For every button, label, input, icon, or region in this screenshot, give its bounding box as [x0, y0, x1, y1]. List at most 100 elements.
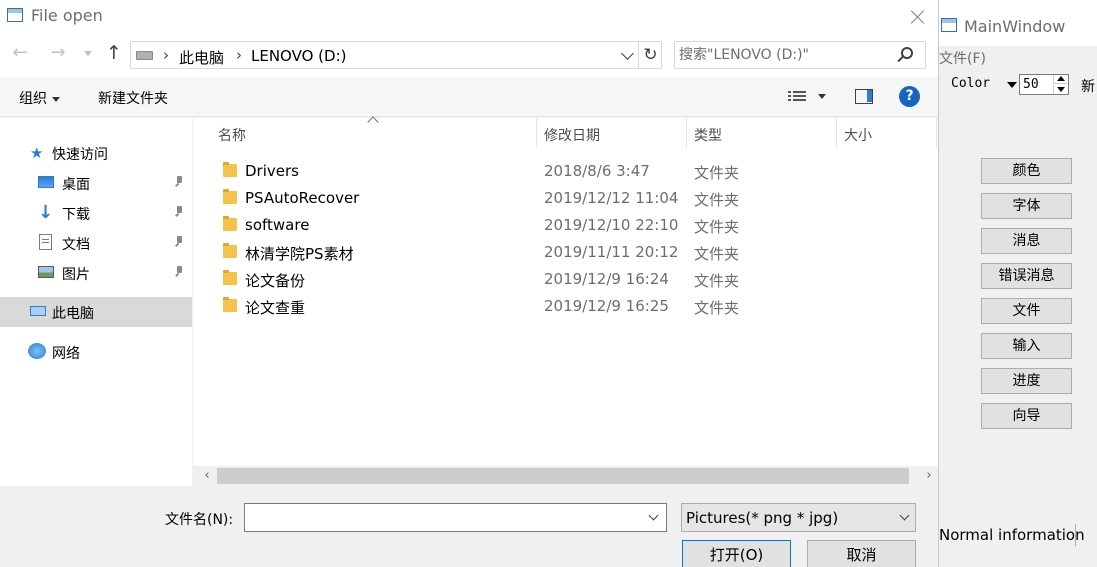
window-icon: [941, 18, 957, 32]
view-list-icon[interactable]: [788, 89, 806, 103]
status-separator: [1075, 524, 1076, 546]
file-button[interactable]: 文件: [981, 298, 1072, 324]
file-name: 论文查重: [245, 299, 306, 317]
new-folder-button[interactable]: 新建文件夹: [98, 88, 168, 108]
forward-arrow-icon[interactable]: →: [48, 43, 68, 63]
nav-quick-access-label: 快速访问: [52, 147, 108, 163]
filename-combobox[interactable]: [244, 503, 667, 532]
nav-network-label: 网络: [52, 346, 80, 362]
folder-icon: [223, 189, 237, 204]
nav-quick-access[interactable]: ★ 快速访问: [0, 138, 192, 168]
column-header-size[interactable]: 大小: [837, 118, 937, 150]
nav-this-pc-label: 此电脑: [52, 306, 94, 322]
dialog-title: File open: [31, 6, 103, 25]
progress-button[interactable]: 进度: [981, 368, 1072, 394]
view-dropdown-icon[interactable]: [818, 94, 826, 99]
color-label: Color: [951, 76, 991, 91]
column-header-date-label: 修改日期: [544, 128, 600, 144]
cancel-button[interactable]: 取消: [807, 540, 916, 567]
back-arrow-icon[interactable]: ←: [10, 43, 30, 63]
close-icon[interactable]: [899, 0, 937, 31]
file-type: 文件夹: [694, 245, 740, 263]
filename-input[interactable]: [249, 508, 639, 528]
new-action[interactable]: 新: [1081, 76, 1095, 96]
main-toolbar: Color 50 新: [939, 74, 1097, 96]
preview-pane-icon[interactable]: [855, 89, 873, 104]
file-type-filter[interactable]: Pictures(* png * jpg): [681, 503, 916, 532]
file-row[interactable]: software 2019/12/10 22:10 文件夹: [193, 212, 938, 239]
search-box[interactable]: [674, 41, 926, 69]
column-header-type-label: 类型: [694, 128, 722, 144]
refresh-icon[interactable]: ↻: [638, 42, 662, 68]
nav-item-label: 桌面: [62, 177, 90, 193]
nav-this-pc[interactable]: 此电脑: [0, 297, 192, 327]
file-type: 文件夹: [694, 272, 740, 290]
caret-down-icon: [52, 96, 60, 102]
color-dropdown-arrow-icon[interactable]: [1007, 82, 1017, 88]
file-row[interactable]: 林清学院PS素材 2019/11/11 20:12 文件夹: [193, 239, 938, 266]
nav-item-documents[interactable]: 文档: [0, 228, 192, 258]
nav-item-pictures[interactable]: 图片: [0, 258, 192, 288]
file-name: 论文备份: [245, 272, 306, 290]
recent-locations-dropdown-icon[interactable]: [84, 51, 92, 56]
up-arrow-icon[interactable]: ↑: [104, 42, 124, 64]
column-separator[interactable]: [936, 118, 937, 148]
file-type-filter-value: Pictures(* png * jpg): [686, 509, 839, 527]
color-button[interactable]: 颜色: [981, 158, 1072, 184]
file-open-dialog: File open ← → ↑ › 此电脑 › LENOVO (D:) ↻ 搜索…: [0, 0, 938, 567]
pin-icon[interactable]: [174, 266, 184, 278]
size-spinbox-value: 50: [1023, 77, 1039, 92]
search-icon[interactable]: [901, 47, 913, 59]
breadcrumb-this-pc[interactable]: 此电脑: [179, 47, 224, 68]
message-button[interactable]: 消息: [981, 228, 1072, 254]
nav-network[interactable]: 网络: [0, 337, 192, 367]
chevron-down-icon[interactable]: [648, 510, 659, 521]
main-window-title: MainWindow: [964, 17, 1066, 36]
chevron-down-icon: [899, 510, 910, 521]
open-button[interactable]: 打开(O): [682, 540, 791, 567]
nav-item-downloads[interactable]: ↓ 下载: [0, 198, 192, 228]
chevron-right-icon[interactable]: ›: [163, 46, 169, 64]
file-row[interactable]: PSAutoRecover 2019/12/12 11:04 文件夹: [193, 185, 938, 212]
column-header-date[interactable]: 修改日期: [537, 118, 686, 150]
organize-label: 组织: [19, 91, 47, 107]
wizard-button[interactable]: 向导: [981, 403, 1072, 429]
dialog-titlebar: File open: [0, 0, 938, 33]
column-header-name[interactable]: 名称: [193, 118, 536, 150]
size-spinbox[interactable]: 50: [1019, 74, 1069, 95]
breadcrumb-drive[interactable]: LENOVO (D:): [251, 47, 346, 65]
organize-menu[interactable]: 组织: [19, 88, 60, 108]
file-date: 2018/8/6 3:47: [544, 162, 650, 180]
column-header-size-label: 大小: [844, 128, 872, 144]
main-window: MainWindow 文件(F) Color 50 新 颜色 字体 消息 错误消…: [938, 0, 1097, 567]
help-icon[interactable]: ?: [899, 86, 920, 107]
file-date: 2019/12/9 16:25: [544, 297, 669, 315]
pin-icon[interactable]: [174, 236, 184, 248]
file-date: 2019/11/11 20:12: [544, 243, 679, 261]
file-row[interactable]: 论文备份 2019/12/9 16:24 文件夹: [193, 266, 938, 293]
chevron-right-icon[interactable]: ›: [236, 46, 242, 64]
spin-down-icon[interactable]: [1053, 85, 1068, 94]
file-row[interactable]: 论文查重 2019/12/9 16:25 文件夹: [193, 293, 938, 320]
scroll-right-icon[interactable]: ›: [919, 466, 939, 486]
folder-icon: [223, 270, 237, 285]
file-row[interactable]: Drivers 2018/8/6 3:47 文件夹: [193, 158, 938, 185]
column-header-name-label: 名称: [218, 128, 246, 144]
input-button[interactable]: 输入: [981, 333, 1072, 359]
menu-file[interactable]: 文件(F): [939, 48, 986, 68]
pin-icon[interactable]: [174, 206, 184, 218]
drive-icon: [136, 51, 153, 60]
scroll-left-icon[interactable]: ‹: [197, 466, 217, 486]
font-button[interactable]: 字体: [981, 193, 1072, 219]
folder-icon: [223, 216, 237, 231]
column-header-type[interactable]: 类型: [687, 118, 836, 150]
spin-up-icon[interactable]: [1053, 75, 1068, 84]
nav-item-desktop[interactable]: 桌面: [0, 168, 192, 198]
error-message-button[interactable]: 错误消息: [981, 263, 1072, 289]
horizontal-scrollbar[interactable]: ‹ ›: [193, 466, 938, 486]
address-bar[interactable]: › 此电脑 › LENOVO (D:) ↻: [130, 41, 662, 69]
pin-icon[interactable]: [174, 176, 184, 188]
scrollbar-thumb[interactable]: [217, 468, 909, 484]
search-input[interactable]: [679, 45, 889, 65]
chevron-down-icon[interactable]: [621, 47, 634, 60]
